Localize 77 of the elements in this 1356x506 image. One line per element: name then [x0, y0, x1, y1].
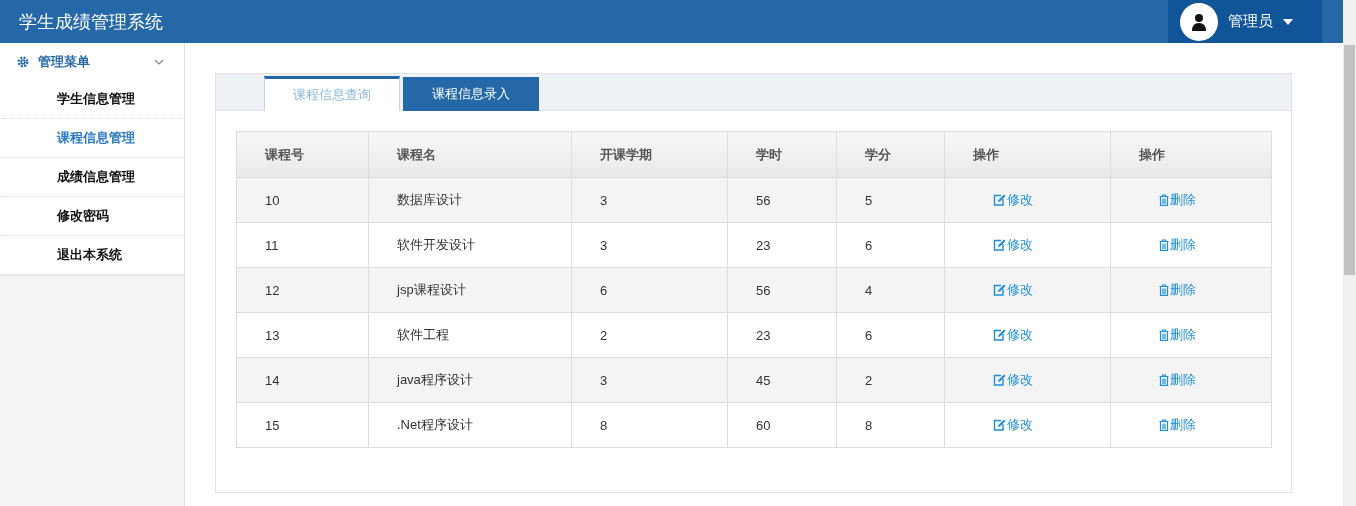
table-cell: 23	[727, 222, 837, 268]
table-cell: 45	[727, 357, 837, 403]
trash-icon	[1159, 194, 1169, 206]
menu-title: 管理菜单	[38, 52, 91, 71]
delete-link[interactable]: 删除	[1159, 326, 1196, 344]
edit-link[interactable]: 修改	[993, 191, 1033, 209]
table-cell: 5	[836, 177, 945, 223]
column-header: 操作	[944, 131, 1111, 178]
sidebar-item[interactable]: 学生信息管理	[0, 80, 184, 119]
edit-icon	[993, 419, 1006, 431]
table-cell: 3	[571, 357, 728, 403]
table-cell: 23	[727, 312, 837, 358]
table-cell: 软件工程	[368, 312, 572, 358]
table-cell: 2	[571, 312, 728, 358]
table-cell: 8	[571, 402, 728, 448]
user-menu[interactable]: 管理员	[1168, 0, 1322, 43]
table-cell: java程序设计	[368, 357, 572, 403]
table-cell: jsp课程设计	[368, 267, 572, 313]
menu-header[interactable]: 管理菜单	[0, 43, 184, 80]
edit-icon	[993, 374, 1006, 386]
table-cell: 8	[836, 402, 945, 448]
column-header: 学分	[836, 131, 945, 178]
column-header: 学时	[727, 131, 837, 178]
caret-icon	[1283, 18, 1293, 25]
table-cell: 软件开发设计	[368, 222, 572, 268]
app-title: 学生成绩管理系统	[18, 10, 163, 34]
table-cell: 56	[727, 267, 837, 313]
table-cell: 6	[836, 222, 945, 268]
table-cell: 3	[571, 222, 728, 268]
edit-link[interactable]: 修改	[993, 371, 1033, 389]
table-cell: 11	[236, 222, 369, 268]
edit-icon	[993, 239, 1006, 251]
scrollbar[interactable]	[1343, 0, 1356, 506]
table-cell: 60	[727, 402, 837, 448]
table-cell: 6	[836, 312, 945, 358]
column-header: 开课学期	[571, 131, 728, 178]
column-header: 课程号	[236, 131, 369, 178]
edit-link[interactable]: 修改	[993, 326, 1033, 344]
edit-link[interactable]: 修改	[993, 416, 1033, 434]
table-cell: 2	[836, 357, 945, 403]
column-header: 课程名	[368, 131, 572, 178]
table-cell: 13	[236, 312, 369, 358]
table-cell: 12	[236, 267, 369, 313]
table-cell: 4	[836, 267, 945, 313]
delete-link[interactable]: 删除	[1159, 281, 1196, 299]
tab[interactable]: 课程信息录入	[403, 77, 539, 111]
gear-icon	[17, 55, 29, 68]
trash-icon	[1159, 419, 1169, 431]
user-avatar-icon	[1180, 2, 1218, 41]
trash-icon	[1159, 239, 1169, 251]
sidebar-item[interactable]: 修改密码	[0, 197, 184, 236]
table-cell: 56	[727, 177, 837, 223]
edit-icon	[993, 194, 1006, 206]
table-cell: 6	[571, 267, 728, 313]
edit-link[interactable]: 修改	[993, 236, 1033, 254]
sidebar-item[interactable]: 成绩信息管理	[0, 158, 184, 197]
trash-icon	[1159, 284, 1169, 296]
sidebar-item[interactable]: 课程信息管理	[0, 119, 184, 158]
user-name: 管理员	[1228, 12, 1273, 31]
table-cell: 3	[571, 177, 728, 223]
table-cell: 14	[236, 357, 369, 403]
table-cell: 10	[236, 177, 369, 223]
tab[interactable]: 课程信息查询	[264, 76, 400, 111]
delete-link[interactable]: 删除	[1159, 416, 1196, 434]
delete-link[interactable]: 删除	[1159, 371, 1196, 389]
table-cell: 数据库设计	[368, 177, 572, 223]
edit-link[interactable]: 修改	[993, 281, 1033, 299]
table-cell: 15	[236, 402, 369, 448]
edit-icon	[993, 329, 1006, 341]
table-cell: .Net程序设计	[368, 402, 572, 448]
edit-icon	[993, 284, 1006, 296]
chevron-icon	[154, 58, 164, 65]
column-header: 操作	[1110, 131, 1272, 178]
delete-link[interactable]: 删除	[1159, 191, 1196, 209]
trash-icon	[1159, 329, 1169, 341]
trash-icon	[1159, 374, 1169, 386]
delete-link[interactable]: 删除	[1159, 236, 1196, 254]
